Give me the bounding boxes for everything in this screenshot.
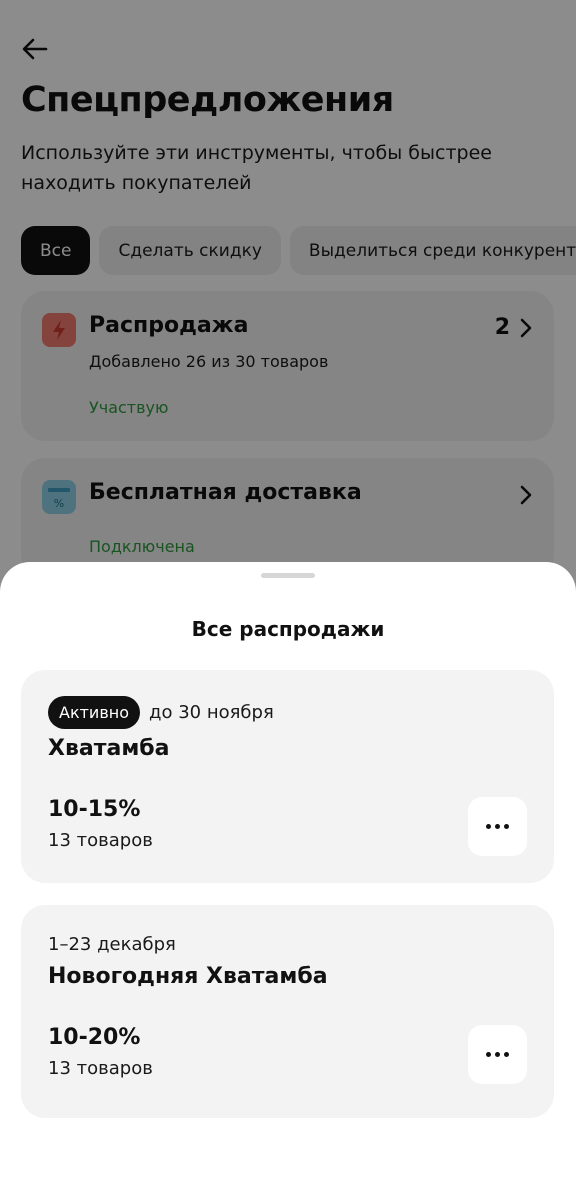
more-options-button[interactable]	[468, 1025, 527, 1084]
sale-card[interactable]: 1–23 декабря Новогодняя Хватамба 10-20% …	[21, 905, 554, 1118]
sheet-grabber[interactable]	[261, 573, 315, 578]
sale-name: Новогодняя Хватамба	[48, 964, 328, 989]
sale-date: до 30 ноября	[149, 702, 274, 723]
more-dots-icon	[504, 1052, 509, 1057]
sale-discount: 10-20%	[48, 1025, 141, 1050]
sale-products-count: 13 товаров	[48, 830, 153, 851]
all-sales-sheet: Все распродажи Активно до 30 ноября Хват…	[0, 562, 576, 1200]
more-options-button[interactable]	[468, 797, 527, 856]
sale-date: 1–23 декабря	[48, 934, 176, 955]
sale-meta: Активно до 30 ноября	[48, 696, 274, 729]
sheet-title: Все распродажи	[191, 617, 385, 641]
sale-discount: 10-15%	[48, 797, 141, 822]
more-dots-icon	[495, 824, 500, 829]
more-dots-icon	[504, 824, 509, 829]
more-dots-icon	[486, 1052, 491, 1057]
more-dots-icon	[495, 1052, 500, 1057]
sale-card[interactable]: Активно до 30 ноября Хватамба 10-15% 13 …	[21, 670, 554, 883]
more-dots-icon	[486, 824, 491, 829]
sale-meta: 1–23 декабря	[48, 928, 176, 961]
sale-products-count: 13 товаров	[48, 1058, 153, 1079]
sale-name: Хватамба	[48, 736, 170, 761]
status-badge: Активно	[48, 696, 141, 729]
